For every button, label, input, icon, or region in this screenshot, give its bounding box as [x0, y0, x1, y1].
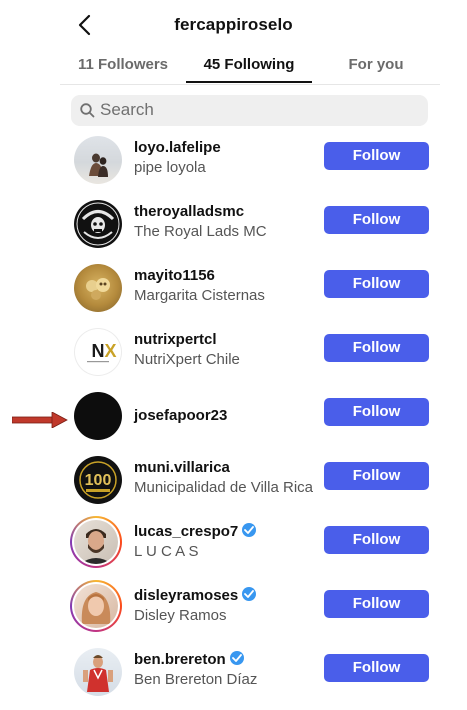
- username[interactable]: ben.brereton: [134, 651, 244, 668]
- avatar[interactable]: 100: [74, 456, 122, 504]
- story-avatar[interactable]: [70, 580, 122, 632]
- username[interactable]: theroyalladsmc: [134, 203, 244, 220]
- username[interactable]: muni.villarica: [134, 459, 230, 476]
- avatar[interactable]: [74, 392, 122, 440]
- follow-button[interactable]: Follow: [324, 590, 429, 618]
- avatar[interactable]: [74, 136, 122, 184]
- follow-button[interactable]: Follow: [324, 398, 429, 426]
- username-text: lucas_crespo7: [134, 523, 239, 540]
- username[interactable]: josefapoor23: [134, 407, 227, 424]
- user-row[interactable]: theroyalladsmc The Royal Lads MC Follow: [0, 197, 467, 261]
- full-name: Margarita Cisternas: [134, 287, 265, 304]
- username-text: ben.brereton: [134, 651, 226, 668]
- full-name: NutriXpert Chile: [134, 351, 240, 368]
- follow-button[interactable]: Follow: [324, 526, 429, 554]
- svg-text:X: X: [105, 341, 117, 361]
- follow-button[interactable]: Follow: [324, 462, 429, 490]
- username[interactable]: nutrixpertcl: [134, 331, 217, 348]
- active-tab-indicator: [186, 81, 312, 83]
- full-name: The Royal Lads MC: [134, 223, 267, 240]
- search-icon: [80, 103, 95, 118]
- verified-badge-icon: [229, 651, 244, 665]
- username[interactable]: disleyramoses: [134, 587, 257, 604]
- full-name: pipe loyola: [134, 159, 206, 176]
- user-row[interactable]: loyo.lafelipe pipe loyola Follow: [0, 133, 467, 197]
- username-text: disleyramoses: [134, 587, 239, 604]
- avatar[interactable]: [74, 264, 122, 312]
- full-name: L U C A S: [134, 543, 199, 560]
- full-name: Municipalidad de Villa Rica: [134, 479, 313, 496]
- search-input[interactable]: Search: [71, 95, 428, 126]
- user-row[interactable]: 100 muni.villarica Municipalidad de Vill…: [0, 453, 467, 517]
- follow-button[interactable]: Follow: [324, 206, 429, 234]
- user-row[interactable]: josefapoor23 Follow: [0, 389, 467, 453]
- verified-badge-icon: [242, 587, 257, 601]
- svg-text:N: N: [92, 341, 105, 361]
- header: fercappiroselo: [0, 0, 467, 50]
- follow-button[interactable]: Follow: [324, 654, 429, 682]
- user-row[interactable]: mayito1156 Margarita Cisternas Follow: [0, 261, 467, 325]
- user-row[interactable]: disleyramoses Disley Ramos Follow: [0, 580, 467, 645]
- full-name: Ben Brereton Díaz: [134, 671, 258, 688]
- avatar[interactable]: N X: [74, 328, 122, 376]
- username[interactable]: loyo.lafelipe: [134, 139, 221, 156]
- follow-button[interactable]: Follow: [324, 334, 429, 362]
- tab-following[interactable]: 45 Following: [186, 53, 312, 84]
- user-row[interactable]: N X nutrixpertcl NutriXpert Chile Follow: [0, 325, 467, 389]
- username[interactable]: lucas_crespo7: [134, 523, 257, 540]
- avatar[interactable]: [74, 648, 122, 696]
- tab-for-you[interactable]: For you: [312, 53, 440, 84]
- follow-button[interactable]: Follow: [324, 270, 429, 298]
- page-title: fercappiroselo: [174, 15, 293, 34]
- search-placeholder: Search: [100, 100, 154, 119]
- user-row[interactable]: ben.brereton Ben Brereton Díaz Follow: [0, 645, 467, 709]
- avatar[interactable]: [74, 200, 122, 248]
- svg-text:100: 100: [85, 472, 112, 489]
- follow-button[interactable]: Follow: [324, 142, 429, 170]
- verified-badge-icon: [242, 523, 257, 537]
- tab-followers[interactable]: 11 Followers: [60, 53, 186, 84]
- story-avatar[interactable]: [70, 516, 122, 568]
- annotation-arrow-icon: [12, 412, 68, 428]
- full-name: Disley Ramos: [134, 607, 227, 624]
- user-row[interactable]: lucas_crespo7 L U C A S Follow: [0, 516, 467, 581]
- username[interactable]: mayito1156: [134, 267, 215, 284]
